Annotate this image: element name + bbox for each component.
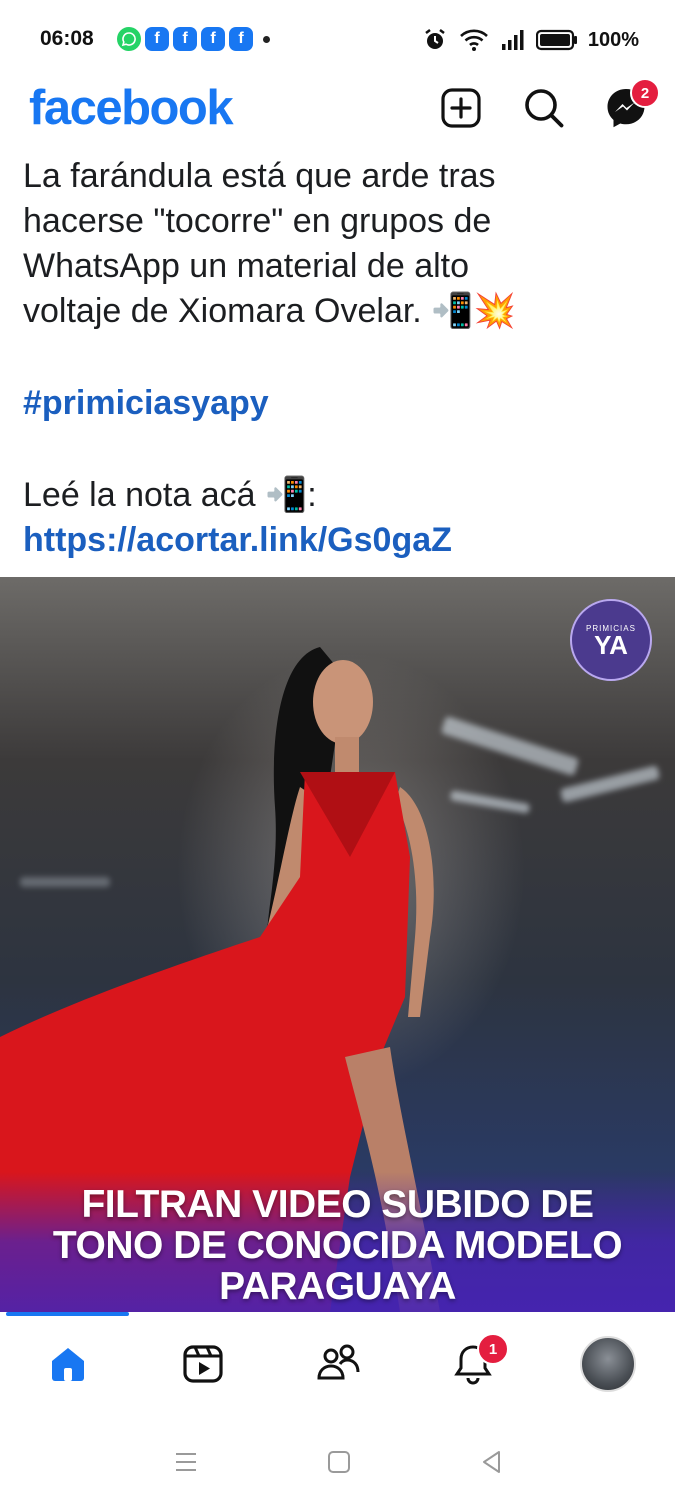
active-tab-indicator xyxy=(6,1312,129,1316)
notification-icons: f f f f xyxy=(117,27,270,51)
wifi-icon xyxy=(459,29,488,51)
system-nav-bar xyxy=(0,1420,675,1500)
app-header: facebook 2 xyxy=(0,78,675,142)
post-text-line: hacerse "tocorre" en grupos de xyxy=(23,202,492,240)
facebook-icon: f xyxy=(229,27,253,51)
headline-line: PARAGUAYA xyxy=(219,1265,456,1308)
profile-avatar xyxy=(580,1336,636,1392)
search-button[interactable] xyxy=(520,84,568,132)
post-text-line: La farándula está que arde tras xyxy=(23,157,496,195)
primicias-ya-watermark: PRIMICIAS YA xyxy=(570,599,652,681)
nav-video[interactable] xyxy=(175,1336,231,1392)
signal-icon xyxy=(501,30,524,50)
back-triangle-icon xyxy=(483,1451,500,1473)
headline-line: FILTRAN VIDEO SUBIDO DE xyxy=(81,1183,594,1226)
nav-friends[interactable] xyxy=(310,1336,366,1392)
back-button[interactable] xyxy=(472,1442,512,1482)
headline-line: TONO DE CONOCIDA MODELO xyxy=(52,1224,623,1267)
image-headline: FILTRAN VIDEO SUBIDO DE TONO DE CONOCIDA… xyxy=(0,1172,675,1312)
hashtag-link[interactable]: #primiciasyapy xyxy=(23,381,653,426)
search-icon xyxy=(525,89,564,128)
recents-button[interactable] xyxy=(166,1442,206,1482)
post-text-line: WhatsApp un material de alto xyxy=(23,247,470,285)
messenger-button[interactable]: 2 xyxy=(602,78,660,132)
whatsapp-icon xyxy=(117,27,141,51)
post-image[interactable]: PRIMICIAS YA FILTRAN VIDEO SUBIDO DE TON… xyxy=(0,577,675,1312)
more-notifications-dot xyxy=(263,35,270,43)
create-post-button[interactable] xyxy=(437,84,485,132)
battery-level: 100% xyxy=(587,28,639,51)
article-link[interactable]: https://acortar.link/Gs0gaZ xyxy=(23,518,653,563)
status-time: 06:08 xyxy=(40,27,94,50)
nav-home[interactable] xyxy=(40,1336,96,1392)
messenger-badge: 2 xyxy=(630,78,660,108)
post-text: La farándula está que arde tras hacerse … xyxy=(23,154,653,563)
notifications-badge: 1 xyxy=(477,1333,509,1365)
nav-notifications[interactable]: 1 xyxy=(445,1333,509,1392)
video-icon xyxy=(183,1345,223,1383)
home-icon xyxy=(52,1348,84,1381)
facebook-icon: f xyxy=(201,27,225,51)
post-text-line: voltaje de Xiomara Ovelar. 📲💥 xyxy=(23,292,516,330)
nav-profile[interactable] xyxy=(580,1336,636,1392)
alarm-icon xyxy=(425,29,445,49)
battery-icon xyxy=(535,29,577,51)
home-system-button[interactable] xyxy=(319,1442,359,1482)
square-icon xyxy=(328,1451,350,1473)
menu-icon xyxy=(176,1453,196,1471)
bottom-nav: 1 xyxy=(0,1312,675,1420)
facebook-icon: f xyxy=(145,27,169,51)
read-note-text: Leé la nota acá 📲: xyxy=(23,476,317,514)
friends-icon xyxy=(317,1344,360,1380)
status-bar: 06:08 f f f f 100% xyxy=(0,0,675,80)
facebook-icon: f xyxy=(173,27,197,51)
plus-square-icon xyxy=(441,88,481,128)
facebook-logo[interactable]: facebook xyxy=(29,80,234,136)
